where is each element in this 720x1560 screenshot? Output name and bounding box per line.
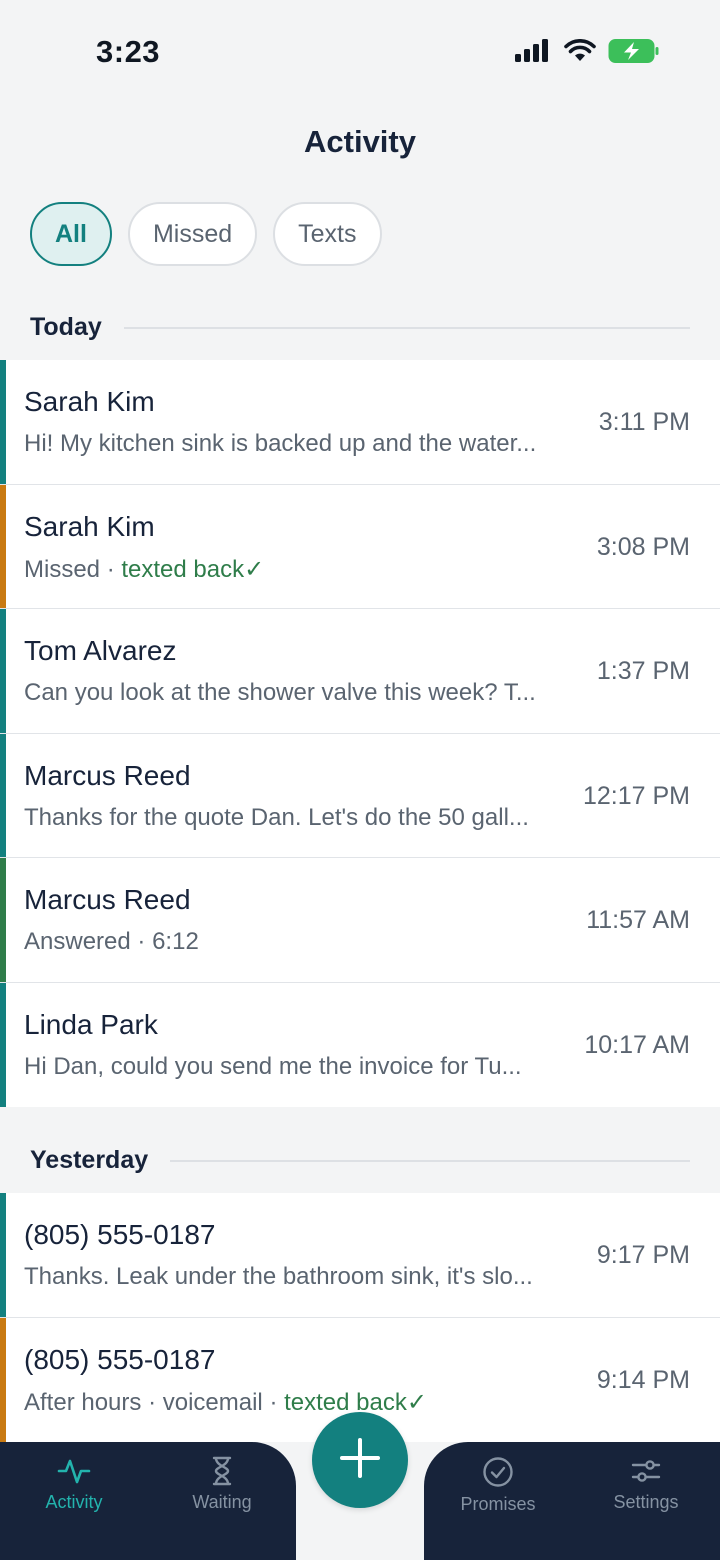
plus-icon [338, 1436, 382, 1485]
answered-indicator-bar [0, 858, 6, 982]
nav-item-activity[interactable]: Activity [0, 1456, 148, 1513]
missed-indicator-bar [0, 484, 6, 608]
activity-time: 3:08 PM [596, 532, 690, 561]
nav-item-promises[interactable]: Promises [424, 1456, 572, 1515]
call-duration: 6:12 [152, 928, 199, 955]
activity-row[interactable]: Tom Alvarez Can you look at the shower v… [0, 609, 720, 734]
contact-name: Marcus Reed [24, 884, 191, 915]
filter-chip-all[interactable]: All [30, 202, 112, 266]
activity-row[interactable]: Sarah Kim Hi! My kitchen sink is backed … [0, 360, 720, 485]
section-title: Yesterday [30, 1146, 149, 1174]
texted-back-label: texted back [121, 555, 245, 583]
activity-row[interactable]: Sarah Kim Missed · texted back✓ 3:08 PM [0, 484, 720, 609]
activity-time: 9:14 PM [596, 1365, 690, 1394]
battery-charging-icon [608, 38, 660, 69]
wifi-icon [564, 39, 596, 68]
checkmark-icon: ✓ [244, 555, 265, 583]
check-circle-icon [482, 1456, 514, 1488]
filter-chips: All Missed Texts [30, 202, 382, 266]
sliders-icon [630, 1456, 662, 1486]
activity-time: 3:11 PM [598, 408, 690, 436]
checkmark-icon: ✓ [406, 1388, 427, 1416]
nav-label: Activity [45, 1492, 103, 1512]
contact-name: Marcus Reed [24, 759, 191, 791]
status-label: Answered [24, 928, 131, 955]
bottom-nav-right: Promises Settings [424, 1442, 720, 1560]
activity-pulse-icon [57, 1456, 91, 1486]
contact-name: Sarah Kim [24, 510, 155, 542]
separator: · [106, 555, 115, 583]
activity-time: 12:17 PM [582, 781, 690, 810]
message-preview: Thanks for the quote Dan. Let's do the 5… [24, 803, 529, 831]
contact-name: Linda Park [24, 1008, 158, 1040]
message-preview: Hi! My kitchen sink is backed up and the… [24, 430, 537, 457]
text-indicator-bar [0, 733, 6, 857]
separator: · [148, 1388, 157, 1416]
call-status: Missed · texted back✓ [24, 555, 564, 584]
activity-time: 9:17 PM [596, 1241, 690, 1269]
activity-time: 11:57 AM [586, 906, 690, 934]
status-label: Missed [24, 555, 101, 583]
message-preview: Hi Dan, could you send me the invoice fo… [24, 1052, 522, 1080]
bottom-nav: Activity Waiting Promises Settings [0, 1412, 720, 1560]
voicemail-label: voicemail [162, 1388, 263, 1416]
nav-label: Settings [613, 1492, 679, 1512]
contact-name: (805) 555-0187 [24, 1343, 216, 1375]
cellular-signal-icon [514, 39, 552, 68]
activity-time: 1:37 PM [596, 657, 690, 685]
filter-chip-texts[interactable]: Texts [273, 202, 382, 266]
activity-time: 10:17 AM [584, 1030, 690, 1059]
nav-item-waiting[interactable]: Waiting [148, 1456, 296, 1513]
hourglass-icon [207, 1456, 237, 1486]
message-preview: Thanks. Leak under the bathroom sink, it… [24, 1263, 533, 1290]
contact-name: Tom Alvarez [24, 635, 177, 666]
page-title: Activity [304, 124, 416, 159]
section-header-today: Today [30, 313, 690, 342]
status-label: After hours [24, 1388, 142, 1416]
texted-back-label: texted back [284, 1388, 407, 1416]
text-indicator-bar [0, 982, 6, 1107]
nav-label: Promises [460, 1494, 536, 1514]
status-bar: 3:23 [0, 0, 720, 100]
activity-row[interactable]: Linda Park Hi Dan, could you send me the… [0, 982, 720, 1107]
text-indicator-bar [0, 360, 6, 484]
section-divider [170, 1159, 690, 1162]
contact-name: Sarah Kim [24, 386, 155, 417]
separator: · [137, 928, 146, 955]
activity-row[interactable]: Marcus Reed Answered · 6:12 11:57 AM [0, 858, 720, 983]
missed-indicator-bar [0, 1317, 6, 1442]
nav-label: Waiting [192, 1492, 252, 1512]
message-preview: Can you look at the shower valve this we… [24, 679, 536, 706]
activity-list-yesterday: (805) 555-0187 Thanks. Leak under the ba… [0, 1193, 720, 1442]
activity-list-today: Sarah Kim Hi! My kitchen sink is backed … [0, 360, 720, 1107]
call-status: Answered · 6:12 [24, 928, 564, 956]
add-button[interactable] [312, 1412, 408, 1508]
section-header-yesterday: Yesterday [30, 1146, 690, 1175]
activity-row[interactable]: (805) 555-0187 Thanks. Leak under the ba… [0, 1193, 720, 1318]
text-indicator-bar [0, 609, 6, 733]
activity-row[interactable]: Marcus Reed Thanks for the quote Dan. Le… [0, 733, 720, 858]
status-icons [514, 38, 660, 69]
call-status: After hours · voicemail · texted back✓ [24, 1388, 564, 1417]
section-title: Today [30, 313, 102, 341]
filter-chip-missed[interactable]: Missed [127, 202, 258, 266]
separator: · [269, 1388, 278, 1416]
text-indicator-bar [0, 1193, 6, 1317]
bottom-nav-left: Activity Waiting [0, 1442, 296, 1560]
nav-item-settings[interactable]: Settings [572, 1456, 720, 1513]
section-divider [123, 326, 690, 329]
contact-name: (805) 555-0187 [24, 1219, 216, 1250]
status-time: 3:23 [96, 34, 161, 69]
